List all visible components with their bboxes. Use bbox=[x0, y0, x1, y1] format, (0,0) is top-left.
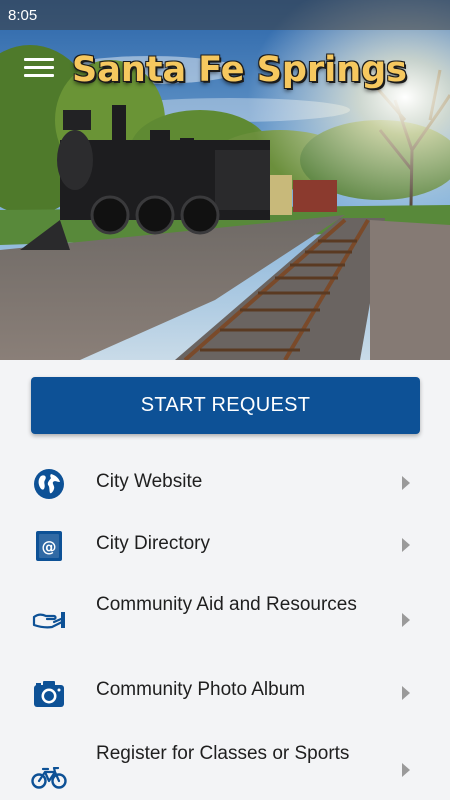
status-bar: 8:05 bbox=[0, 0, 450, 30]
status-time: 8:05 bbox=[8, 7, 38, 24]
chevron-right-icon bbox=[402, 476, 410, 490]
menu-item-community-aid[interactable]: Community Aid and Resources bbox=[0, 576, 450, 664]
menu-item-label: City Directory bbox=[96, 533, 211, 554]
menu-list: City Website @ City Directory Community … bbox=[0, 452, 450, 800]
address-book-icon: @ bbox=[31, 528, 67, 564]
start-request-button[interactable]: START REQUEST bbox=[31, 377, 420, 434]
menu-item-city-directory[interactable]: @ City Directory bbox=[0, 514, 450, 576]
hamburger-menu-icon[interactable] bbox=[24, 58, 54, 84]
menu-item-label: City Website bbox=[96, 471, 203, 492]
globe-icon bbox=[31, 466, 67, 502]
menu-item-label: Community Photo Album bbox=[96, 679, 306, 700]
menu-item-photo-album[interactable]: Community Photo Album bbox=[0, 664, 450, 726]
app-title: Santa Fe Springs bbox=[72, 50, 408, 90]
menu-item-register-classes[interactable]: Register for Classes or Sports bbox=[0, 726, 450, 800]
menu-item-label: Community Aid and Resources bbox=[96, 594, 357, 615]
bicycle-icon bbox=[31, 760, 67, 796]
chevron-right-icon bbox=[402, 686, 410, 700]
helping-hand-icon bbox=[31, 602, 67, 638]
camera-icon bbox=[31, 676, 67, 712]
chevron-right-icon bbox=[402, 538, 410, 552]
menu-item-label: Register for Classes or Sports bbox=[96, 743, 350, 764]
menu-item-city-website[interactable]: City Website bbox=[0, 452, 450, 514]
chevron-right-icon bbox=[402, 613, 410, 627]
chevron-right-icon bbox=[402, 763, 410, 777]
svg-text:@: @ bbox=[42, 538, 57, 556]
